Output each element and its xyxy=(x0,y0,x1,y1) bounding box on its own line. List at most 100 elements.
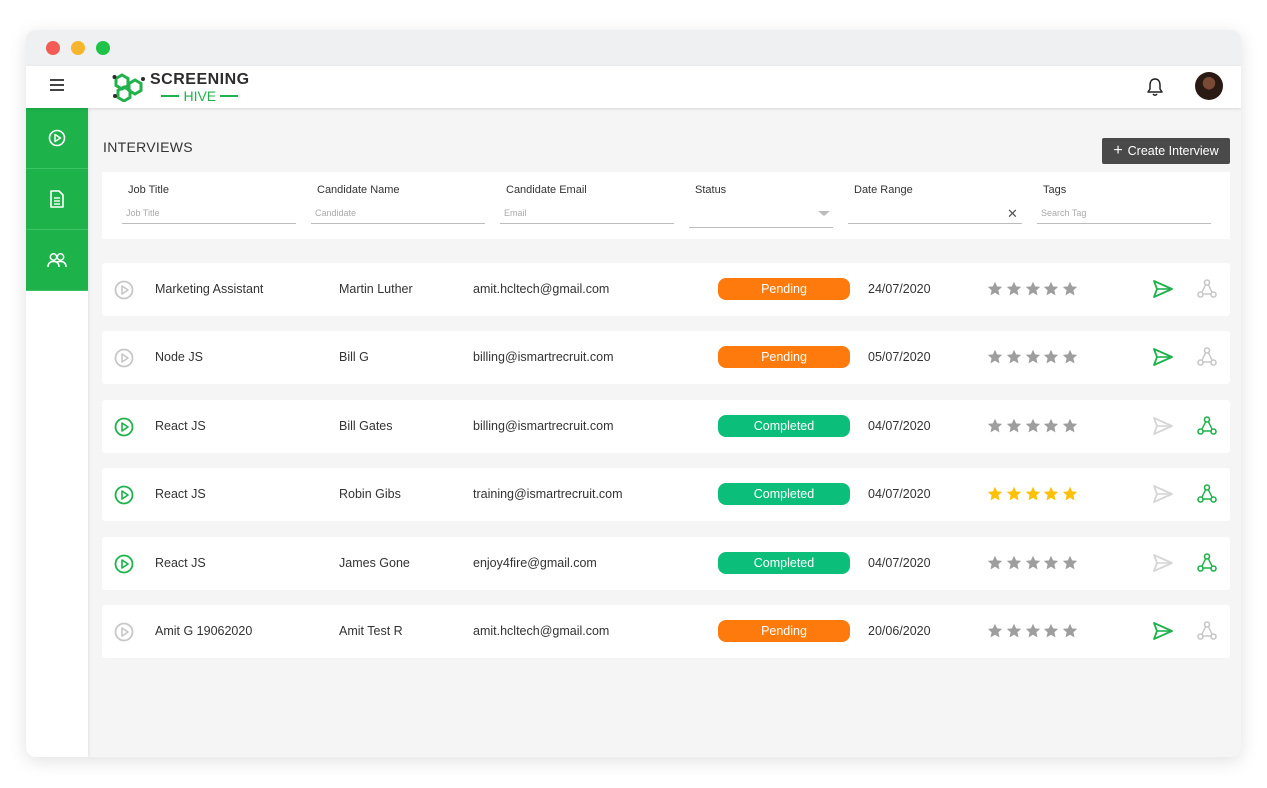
share-icon[interactable] xyxy=(1197,416,1217,436)
date-range-input[interactable] xyxy=(848,202,1022,224)
candidate-email-cell: training@ismartrecruit.com xyxy=(473,487,623,501)
star-icon[interactable] xyxy=(1025,623,1041,639)
candidate-name-input[interactable] xyxy=(311,202,485,224)
tags-search-input[interactable] xyxy=(1037,202,1211,224)
rating-stars[interactable] xyxy=(987,623,1081,639)
chevron-down-icon[interactable] xyxy=(818,211,830,216)
bell-icon[interactable] xyxy=(1146,77,1164,97)
rating-stars[interactable] xyxy=(987,418,1081,434)
play-video-icon[interactable] xyxy=(114,622,134,642)
candidate-email-cell: billing@ismartrecruit.com xyxy=(473,350,614,364)
star-icon[interactable] xyxy=(1062,349,1078,365)
star-icon[interactable] xyxy=(1062,623,1078,639)
maximize-window-button[interactable] xyxy=(96,41,110,55)
star-icon[interactable] xyxy=(987,418,1003,434)
star-icon[interactable] xyxy=(1006,349,1022,365)
share-icon[interactable] xyxy=(1197,347,1217,367)
logo-text-top: SCREENING xyxy=(150,70,250,88)
table-row[interactable]: React JS Bill Gates billing@ismartrecruit.… xyxy=(102,400,1230,453)
play-video-icon[interactable] xyxy=(114,417,134,437)
star-icon[interactable] xyxy=(1043,555,1059,571)
status-select[interactable] xyxy=(689,206,833,228)
rating-stars[interactable] xyxy=(987,555,1081,571)
star-icon[interactable] xyxy=(987,349,1003,365)
star-icon[interactable] xyxy=(1025,418,1041,434)
star-icon[interactable] xyxy=(1006,281,1022,297)
job-title-cell: Marketing Assistant xyxy=(155,282,264,296)
candidate-name-cell: Bill G xyxy=(339,350,369,364)
document-icon xyxy=(50,190,64,208)
star-icon[interactable] xyxy=(1062,555,1078,571)
star-icon[interactable] xyxy=(1062,418,1078,434)
filter-bar: Job Title Candidate Name Candidate Email… xyxy=(102,172,1230,239)
star-icon[interactable] xyxy=(1025,281,1041,297)
logo[interactable]: SCREENING HIVE xyxy=(112,70,250,104)
star-icon[interactable] xyxy=(1006,418,1022,434)
star-icon[interactable] xyxy=(1043,281,1059,297)
star-icon[interactable] xyxy=(1006,486,1022,502)
play-video-icon[interactable] xyxy=(114,348,134,368)
star-icon[interactable] xyxy=(987,555,1003,571)
star-icon[interactable] xyxy=(1062,486,1078,502)
star-icon[interactable] xyxy=(1025,486,1041,502)
plus-icon: + xyxy=(1113,142,1123,159)
table-row[interactable]: Marketing Assistant Martin Luther amit.hcl… xyxy=(102,263,1230,316)
star-icon[interactable] xyxy=(1006,623,1022,639)
window-titlebar xyxy=(26,30,1241,66)
table-row[interactable]: Amit G 19062020 Amit Test R amit.hcltech@g… xyxy=(102,605,1230,658)
share-icon[interactable] xyxy=(1197,484,1217,504)
star-icon[interactable] xyxy=(1062,281,1078,297)
send-icon[interactable] xyxy=(1152,347,1174,367)
star-icon[interactable] xyxy=(987,486,1003,502)
share-icon[interactable] xyxy=(1197,621,1217,641)
play-video-icon[interactable] xyxy=(114,280,134,300)
candidate-name-cell: Bill Gates xyxy=(339,419,393,433)
candidate-name-cell: Amit Test R xyxy=(339,624,403,638)
send-icon[interactable] xyxy=(1152,416,1174,436)
star-icon[interactable] xyxy=(1006,555,1022,571)
sidebar-item-interviews[interactable] xyxy=(26,108,88,169)
send-icon[interactable] xyxy=(1152,279,1174,299)
user-avatar[interactable] xyxy=(1195,72,1223,100)
clear-icon[interactable]: ✕ xyxy=(1007,206,1018,222)
candidate-email-input[interactable] xyxy=(500,202,674,224)
menu-icon[interactable] xyxy=(50,79,64,91)
sidebar xyxy=(26,108,88,757)
minimize-window-button[interactable] xyxy=(71,41,85,55)
play-circle-icon xyxy=(48,129,66,147)
star-icon[interactable] xyxy=(1043,623,1059,639)
candidate-email-cell: amit.hcltech@gmail.com xyxy=(473,624,610,638)
close-window-button[interactable] xyxy=(46,41,60,55)
send-icon[interactable] xyxy=(1152,484,1174,504)
filter-job-title: Job Title xyxy=(122,172,296,239)
send-icon[interactable] xyxy=(1152,553,1174,573)
star-icon[interactable] xyxy=(987,623,1003,639)
table-row[interactable]: React JS James Gone enjoy4fire@gmail.com Co… xyxy=(102,537,1230,590)
play-video-icon[interactable] xyxy=(114,554,134,574)
candidate-name-cell: Martin Luther xyxy=(339,282,413,296)
star-icon[interactable] xyxy=(1043,418,1059,434)
send-icon[interactable] xyxy=(1152,621,1174,641)
rating-stars[interactable] xyxy=(987,486,1081,502)
rating-stars[interactable] xyxy=(987,281,1081,297)
job-title-input[interactable] xyxy=(122,202,296,224)
filter-status-label: Status xyxy=(695,184,727,196)
star-icon[interactable] xyxy=(1043,486,1059,502)
date-cell: 20/06/2020 xyxy=(868,624,931,638)
rating-stars[interactable] xyxy=(987,349,1081,365)
table-row[interactable]: React JS Robin Gibs training@ismartrecruit… xyxy=(102,468,1230,521)
date-cell: 04/07/2020 xyxy=(868,487,931,501)
sidebar-item-candidates[interactable] xyxy=(26,230,88,291)
star-icon[interactable] xyxy=(1025,555,1041,571)
share-icon[interactable] xyxy=(1197,279,1217,299)
star-icon[interactable] xyxy=(1043,349,1059,365)
sidebar-item-documents[interactable] xyxy=(26,169,88,230)
share-icon[interactable] xyxy=(1197,553,1217,573)
star-icon[interactable] xyxy=(1025,349,1041,365)
filter-date-range: Date Range ✕ xyxy=(848,172,1022,239)
create-interview-button[interactable]: + Create Interview xyxy=(1102,138,1230,164)
job-title-cell: Node JS xyxy=(155,350,203,364)
star-icon[interactable] xyxy=(987,281,1003,297)
play-video-icon[interactable] xyxy=(114,485,134,505)
table-row[interactable]: Node JS Bill G billing@ismartrecruit.com Pe… xyxy=(102,331,1230,384)
